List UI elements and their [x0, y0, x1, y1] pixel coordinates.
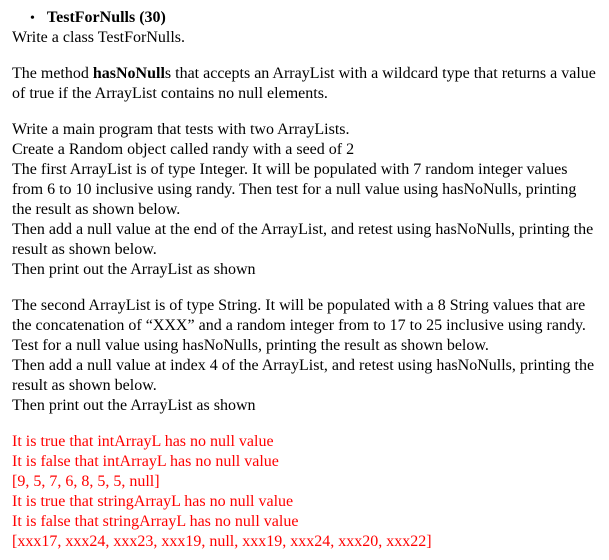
heading-title-bold: TestForNulls: [47, 9, 135, 26]
heading-line: • TestForNulls (30): [12, 8, 597, 28]
heading-title: TestForNulls (30): [47, 8, 166, 28]
second-line-3: Then print out the ArrayList as shown: [12, 396, 597, 416]
main-line-4: Then add a null value at the end of the …: [12, 220, 597, 260]
bullet-icon: •: [30, 10, 35, 28]
second-line-2: Then add a null value at index 4 of the …: [12, 356, 597, 396]
output-line-2: It is false that intArrayL has no null v…: [12, 452, 597, 472]
heading-points: (30): [135, 9, 166, 26]
method-pre: The method: [12, 65, 93, 82]
main-line-5: Then print out the ArrayList as shown: [12, 260, 597, 280]
main-line-2: Create a Random object called randy with…: [12, 140, 597, 160]
output-line-1: It is true that intArrayL has no null va…: [12, 432, 597, 452]
second-line-1: The second ArrayList is of type String. …: [12, 296, 597, 356]
intro-paragraph: Write a class TestForNulls.: [12, 28, 597, 48]
output-line-3: [9, 5, 7, 6, 8, 5, 5, null]: [12, 472, 597, 492]
output-line-4: It is true that stringArrayL has no null…: [12, 492, 597, 512]
main-line-3: The first ArrayList is of type Integer. …: [12, 160, 597, 220]
method-name-bold: hasNoNull: [93, 65, 165, 82]
output-line-6: [xxx17, xxx24, xxx23, xxx19, null, xxx19…: [12, 532, 597, 552]
method-description: The method hasNoNulls that accepts an Ar…: [12, 64, 597, 104]
main-line-1: Write a main program that tests with two…: [12, 120, 597, 140]
output-line-5: It is false that stringArrayL has no nul…: [12, 512, 597, 532]
